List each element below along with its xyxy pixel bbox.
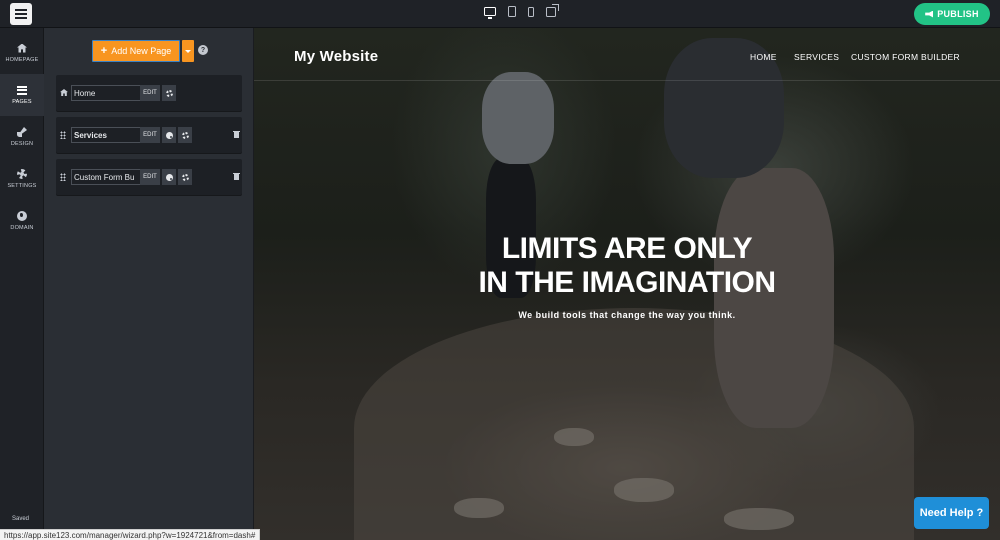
add-page-dropdown-button[interactable] — [182, 40, 194, 62]
top-bar: PUBLISH — [0, 0, 1000, 28]
tablet-view-icon[interactable] — [508, 6, 516, 17]
hero-title-line: IN THE IMAGINATION — [478, 266, 776, 299]
hero-title-line: LIMITS ARE ONLY — [501, 232, 753, 265]
publish-button[interactable]: PUBLISH — [914, 3, 990, 25]
gear-icon — [181, 173, 189, 181]
website-preview[interactable]: My Website HOME SERVICES CUSTOM FORM BUI… — [254, 28, 1000, 540]
hero-background-rock — [614, 478, 674, 502]
hero-background-rock — [454, 498, 504, 518]
menu-logo-button[interactable] — [10, 3, 32, 25]
nav-item-label: SETTINGS — [7, 183, 37, 189]
globe-icon — [17, 211, 27, 221]
plus-icon: + — [100, 44, 108, 57]
hero-background-rock — [554, 428, 594, 446]
nav-item-pages[interactable]: PAGES — [0, 74, 44, 116]
brush-icon — [17, 127, 27, 137]
gear-icon — [17, 169, 27, 179]
page-row-custom-form: Custom Form Bu EDIT — [56, 159, 242, 195]
menu-bar-icon — [15, 9, 27, 11]
publish-label: PUBLISH — [937, 9, 979, 19]
add-new-page-label: Add New Page — [111, 46, 172, 56]
palette-icon — [165, 131, 173, 139]
external-link-icon[interactable] — [546, 3, 559, 17]
left-nav: HOMEPAGE PAGES DESIGN SETTINGS DOMAIN Sa… — [0, 28, 44, 540]
site-nav-custom-form-builder[interactable]: CUSTOM FORM BUILDER — [851, 52, 960, 62]
site-nav-services[interactable]: SERVICES — [794, 52, 839, 62]
home-icon — [17, 43, 27, 53]
page-name-input[interactable]: Custom Form Bu — [71, 169, 141, 185]
drag-handle-icon[interactable] — [60, 131, 66, 139]
gear-icon — [181, 131, 189, 139]
page-settings-button[interactable] — [178, 127, 192, 143]
device-switcher — [484, 3, 559, 19]
page-design-button[interactable] — [162, 169, 176, 185]
drag-handle-icon[interactable] — [60, 173, 66, 181]
page-settings-button[interactable] — [178, 169, 192, 185]
mobile-view-icon[interactable] — [528, 6, 534, 17]
pages-panel: + Add New Page ? Home EDIT Services EDIT — [44, 28, 254, 540]
edit-page-button[interactable]: EDIT — [140, 127, 160, 143]
nav-item-homepage[interactable]: HOMEPAGE — [0, 32, 44, 74]
hero-background-runner — [482, 72, 554, 164]
menu-bar-icon — [15, 17, 27, 19]
desktop-view-icon[interactable] — [484, 7, 496, 19]
nav-item-label: DOMAIN — [10, 225, 34, 231]
nav-divider — [254, 80, 1000, 81]
menu-bar-icon — [15, 13, 27, 15]
home-icon — [60, 89, 68, 96]
hero-section: LIMITS ARE ONLY IN THE IMAGINATION We bu… — [254, 232, 1000, 320]
nav-item-label: DESIGN — [10, 141, 34, 147]
edit-page-button[interactable]: EDIT — [140, 85, 160, 101]
hero-subtitle: We build tools that change the way you t… — [518, 310, 736, 320]
megaphone-icon — [925, 10, 934, 18]
hero-background-rock — [724, 508, 794, 530]
nav-item-design[interactable]: DESIGN — [0, 116, 44, 158]
page-row-home: Home EDIT — [56, 75, 242, 111]
nav-item-label: PAGES — [12, 98, 32, 105]
need-help-button[interactable]: Need Help ? — [914, 497, 989, 529]
trash-icon[interactable] — [233, 131, 240, 138]
palette-icon — [165, 173, 173, 181]
edit-page-button[interactable]: EDIT — [140, 169, 160, 185]
page-name-input[interactable]: Home — [71, 85, 141, 101]
page-settings-button[interactable] — [162, 85, 176, 101]
saved-status: Saved — [12, 516, 30, 522]
status-bar-url: https://app.site123.com/manager/wizard.p… — [0, 529, 261, 540]
pages-icon — [17, 85, 27, 95]
caret-down-icon — [185, 49, 191, 53]
nav-item-settings[interactable]: SETTINGS — [0, 158, 44, 200]
add-new-page-button[interactable]: + Add New Page — [92, 40, 180, 62]
page-row-services: Services EDIT — [56, 117, 242, 153]
nav-item-label: HOMEPAGE — [5, 56, 39, 63]
app-root: PUBLISH HOMEPAGE PAGES DESIGN SETTINGS D… — [0, 0, 1000, 540]
site-brand[interactable]: My Website — [294, 48, 378, 65]
trash-icon[interactable] — [233, 173, 240, 180]
site-nav-home[interactable]: HOME — [750, 52, 777, 62]
gear-icon — [165, 89, 173, 97]
nav-item-domain[interactable]: DOMAIN — [0, 200, 44, 242]
page-design-button[interactable] — [162, 127, 176, 143]
page-name-input[interactable]: Services — [71, 127, 141, 143]
help-icon[interactable]: ? — [198, 45, 208, 55]
